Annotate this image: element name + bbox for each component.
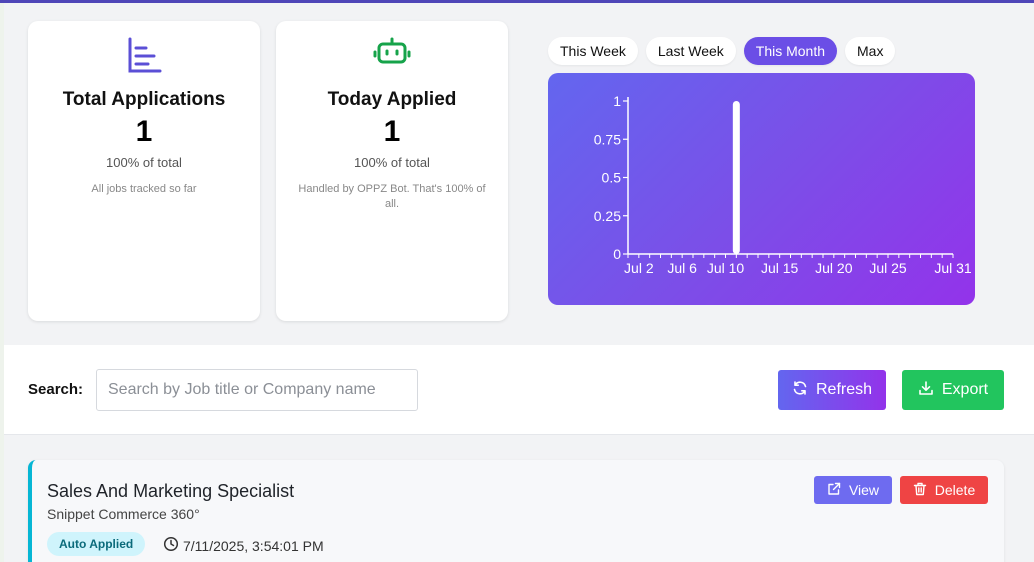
x-tick-label: Jul 2 bbox=[624, 260, 654, 276]
trash-icon bbox=[913, 482, 927, 499]
stat-value: 1 bbox=[135, 115, 153, 148]
view-button[interactable]: View bbox=[814, 476, 892, 504]
export-button-label: Export bbox=[941, 381, 989, 398]
y-tick-label: 1 bbox=[613, 93, 621, 109]
search-input[interactable] bbox=[96, 369, 418, 411]
tab-max[interactable]: Max bbox=[845, 37, 896, 65]
delete-button[interactable]: Delete bbox=[900, 476, 988, 504]
tab-last-week[interactable]: Last Week bbox=[645, 37, 736, 65]
stat-note: Handled by OPPZ Bot. That's 100% of all. bbox=[298, 183, 486, 210]
refresh-icon bbox=[792, 380, 808, 401]
y-tick-label: 0.25 bbox=[594, 208, 621, 224]
applications-chart: 0 0.25 0.5 0.75 1 Jul 2 Jul 6 Jul 10 Jul 15 Jul 2… bbox=[548, 73, 975, 305]
robot-icon bbox=[276, 35, 508, 75]
y-tick-label: 0.5 bbox=[602, 170, 622, 186]
stat-title: Total Applications bbox=[62, 89, 226, 110]
chart-bar bbox=[732, 101, 740, 254]
y-tick-label: 0.75 bbox=[594, 131, 621, 147]
x-tick-label: Jul 25 bbox=[869, 260, 907, 276]
tab-this-week[interactable]: This Week bbox=[548, 37, 638, 65]
stat-note: All jobs tracked so far bbox=[91, 183, 197, 195]
bar-chart-icon bbox=[28, 35, 260, 75]
refresh-button[interactable]: Refresh bbox=[778, 370, 886, 410]
view-button-label: View bbox=[848, 482, 880, 498]
job-title: Sales And Marketing Specialist bbox=[47, 481, 295, 501]
chart-svg: 0 0.25 0.5 0.75 1 Jul 2 Jul 6 Jul 10 Jul 15 Jul 2… bbox=[594, 93, 972, 276]
x-tick-label: Jul 31 bbox=[934, 260, 972, 276]
x-tick-label: Jul 10 bbox=[707, 260, 745, 276]
job-company: Snippet Commerce 360° bbox=[47, 506, 200, 522]
stat-card-total-applications: Total Applications 1 100% of total All j… bbox=[28, 21, 260, 321]
delete-button-label: Delete bbox=[934, 482, 976, 498]
stat-percentage: 100% of total bbox=[106, 155, 182, 170]
job-timestamp-text: 7/11/2025, 3:54:01 PM bbox=[183, 537, 324, 554]
x-tick-label: Jul 6 bbox=[667, 260, 697, 276]
external-link-icon bbox=[827, 482, 841, 499]
export-button[interactable]: Export bbox=[902, 370, 1004, 410]
stat-percentage: 100% of total bbox=[354, 155, 430, 170]
download-icon bbox=[918, 380, 934, 401]
clock-icon bbox=[163, 536, 179, 555]
search-toolbar: Search: Refresh Exp bbox=[4, 345, 1034, 435]
job-timestamp: 7/11/2025, 3:54:01 PM bbox=[163, 536, 324, 555]
refresh-button-label: Refresh bbox=[815, 381, 873, 398]
stat-title: Today Applied bbox=[327, 89, 457, 110]
stat-value: 1 bbox=[383, 115, 401, 148]
status-badge: Auto Applied bbox=[47, 532, 146, 556]
date-range-tabs: This Week Last Week This Month Max bbox=[548, 37, 896, 65]
stat-card-today-applied: Today Applied 1 100% of total Handled by… bbox=[276, 21, 508, 321]
x-tick-label: Jul 20 bbox=[815, 260, 853, 276]
tab-this-month[interactable]: This Month bbox=[743, 37, 838, 65]
y-tick-label: 0 bbox=[613, 246, 621, 262]
job-card: Sales And Marketing Specialist Snippet C… bbox=[28, 460, 1004, 562]
x-tick-label: Jul 15 bbox=[761, 260, 799, 276]
search-label: Search: bbox=[28, 381, 84, 398]
